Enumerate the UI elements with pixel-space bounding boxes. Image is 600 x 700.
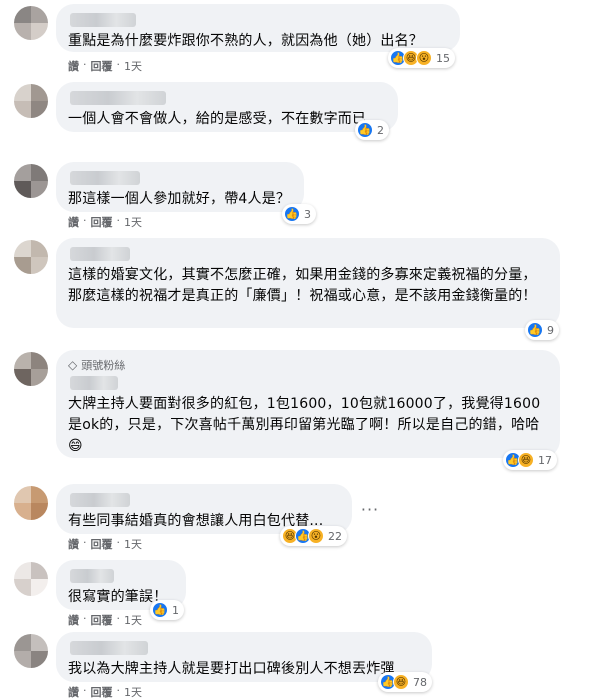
reactions-summary[interactable]: 👍 😆 17 (503, 450, 557, 470)
reply-link[interactable]: 回覆 (91, 214, 113, 230)
commenter-name[interactable] (70, 13, 136, 27)
comment-text: 大牌主持人要面對很多的紅包，1包1600，10包就16000了，我覺得1600是… (68, 396, 541, 454)
badge-label: 頭號粉絲 (81, 359, 126, 372)
avatar[interactable] (14, 634, 48, 668)
reply-link[interactable]: 回覆 (91, 612, 113, 628)
wow-reaction-icon: 😮 (416, 50, 432, 66)
reply-link[interactable]: 回覆 (91, 684, 113, 700)
more-options-button[interactable]: ··· (358, 497, 382, 521)
commenter-name[interactable] (70, 247, 130, 261)
avatar[interactable] (14, 164, 48, 198)
timestamp[interactable]: 1天 (124, 684, 142, 700)
comment-bubble: ◇ 頭號粉絲 大牌主持人要面對很多的紅包，1包1600，10包就16000了，我… (56, 350, 560, 458)
comment-text: 那這樣一個人參加就好，帶4人是？ (68, 191, 291, 207)
reaction-count: 17 (538, 453, 552, 467)
commenter-name[interactable] (70, 641, 148, 655)
comment-bubble: 我以為大牌主持人就是要打出口碑後別人不想丟炸彈 (56, 632, 432, 682)
commenter-name[interactable] (70, 171, 140, 185)
comment-text: 這樣的婚宴文化，其實不怎麼正確，如果用金錢的多寡來定義祝福的分量，那麼這樣的祝福… (68, 267, 537, 304)
comment-bubble: 那這樣一個人參加就好，帶4人是？ (56, 162, 304, 212)
reactions-summary[interactable]: 👍 9 (525, 320, 559, 340)
reaction-count: 9 (547, 323, 554, 337)
comment-actions: 讚 · 回覆 · 1天 (68, 214, 142, 230)
reply-link[interactable]: 回覆 (91, 58, 113, 74)
timestamp[interactable]: 1天 (124, 58, 142, 74)
reaction-count: 78 (413, 675, 427, 689)
haha-reaction-icon: 😆 (518, 452, 534, 468)
comment-actions: 讚 · 回覆 · 1天 (68, 684, 142, 700)
comment-bubble: 一個人會不會做人，給的是感受，不在數字而已 (56, 82, 398, 132)
like-link[interactable]: 讚 (68, 58, 79, 74)
haha-reaction-icon: 😆 (393, 674, 409, 690)
reactions-summary[interactable]: 😆 👍 😮 22 (280, 526, 347, 546)
timestamp[interactable]: 1天 (124, 214, 142, 230)
like-reaction-icon: 👍 (152, 602, 168, 618)
reactions-summary[interactable]: 👍 2 (355, 120, 389, 140)
reactions-summary[interactable]: 👍 😆 78 (378, 672, 432, 692)
avatar[interactable] (14, 352, 48, 386)
commenter-name[interactable] (70, 569, 114, 583)
comment-text: 重點是為什麼要炸跟你不熟的人，就因為他（她）出名？ (68, 33, 423, 49)
comment-actions: 讚 · 回覆 · 1天 (68, 536, 142, 552)
commenter-name[interactable] (70, 493, 130, 507)
reaction-count: 1 (172, 603, 179, 617)
reaction-count: 3 (304, 207, 311, 221)
reaction-count: 22 (328, 529, 342, 543)
like-reaction-icon: 👍 (284, 206, 300, 222)
avatar[interactable] (14, 562, 48, 596)
like-reaction-icon: 👍 (527, 322, 543, 338)
timestamp[interactable]: 1天 (124, 612, 142, 628)
like-reaction-icon: 👍 (357, 122, 373, 138)
top-fan-badge[interactable]: ◇ 頭號粉絲 (68, 357, 548, 373)
avatar[interactable] (14, 240, 48, 274)
reaction-count: 2 (377, 123, 384, 137)
commenter-name[interactable] (70, 376, 118, 390)
comment-text: 我以為大牌主持人就是要打出口碑後別人不想丟炸彈 (68, 661, 395, 677)
avatar[interactable] (14, 6, 48, 40)
ellipsis-icon: ··· (360, 499, 380, 519)
avatar[interactable] (14, 84, 48, 118)
diamond-icon: ◇ (68, 358, 78, 372)
like-link[interactable]: 讚 (68, 684, 79, 700)
comment-bubble: 重點是為什麼要炸跟你不熟的人，就因為他（她）出名？ (56, 4, 460, 52)
like-link[interactable]: 讚 (68, 612, 79, 628)
commenter-name[interactable] (70, 91, 166, 105)
timestamp[interactable]: 1天 (124, 536, 142, 552)
reply-link[interactable]: 回覆 (91, 536, 113, 552)
comment-actions: 讚 · 回覆 · 1天 (68, 58, 142, 74)
comment-text: 一個人會不會做人，給的是感受，不在數字而已 (68, 111, 367, 127)
reactions-summary[interactable]: 👍 3 (282, 204, 316, 224)
reactions-summary[interactable]: 👍 1 (150, 600, 184, 620)
comment-actions: 讚 · 回覆 · 1天 (68, 612, 142, 628)
wow-reaction-icon: 😮 (308, 528, 324, 544)
reactions-summary[interactable]: 👍 😆 😮 15 (388, 48, 455, 68)
like-link[interactable]: 讚 (68, 536, 79, 552)
avatar[interactable] (14, 486, 48, 520)
like-link[interactable]: 讚 (68, 214, 79, 230)
reaction-count: 15 (436, 51, 450, 65)
comment-bubble: 這樣的婚宴文化，其實不怎麼正確，如果用金錢的多寡來定義祝福的分量，那麼這樣的祝福… (56, 238, 560, 328)
